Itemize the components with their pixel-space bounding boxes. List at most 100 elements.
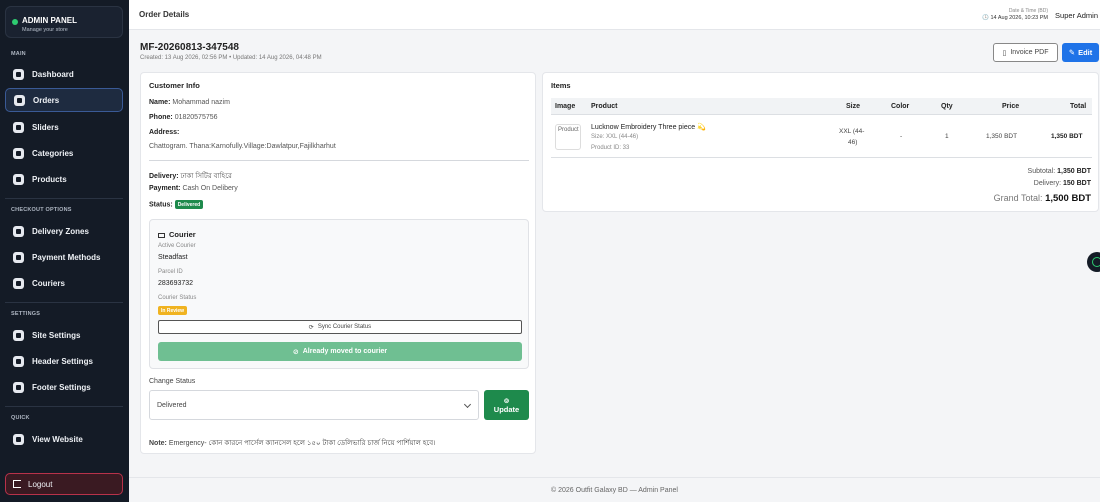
invoice-pdf-button[interactable]: ▯ Invoice PDF xyxy=(993,43,1058,62)
page-title: Order Details xyxy=(139,10,190,19)
active-courier-value: Steadfast xyxy=(158,254,188,261)
sidebar-item-label: Products xyxy=(32,174,67,184)
col-product: Product xyxy=(591,103,618,110)
document-icon: ▯ xyxy=(1002,49,1007,57)
sliders-icon xyxy=(13,121,24,133)
sidebar-item-view-website[interactable]: View Website xyxy=(5,427,123,451)
parcel-id-label: Parcel ID xyxy=(158,269,183,275)
edit-button[interactable]: ✎ Edit xyxy=(1062,43,1099,62)
sidebar-item-categories[interactable]: Categories xyxy=(5,141,123,165)
tag-icon xyxy=(13,147,24,159)
product-name[interactable]: Lucknow Embroidery Three piece 💫 xyxy=(591,123,706,131)
product-size: Size: XXL (44-46) xyxy=(591,134,639,140)
check-circle-icon: ⊘ xyxy=(292,348,299,356)
subtotal: Subtotal: 1,350 BDT xyxy=(1028,168,1091,175)
already-moved-button[interactable]: ⊘ Already moved to courier xyxy=(158,342,522,361)
note: Note: Emergency- কোন কারনে পার্সেল ক্যান… xyxy=(149,437,436,449)
sidebar: ADMIN PANEL Manage your store MAIN Dashb… xyxy=(0,0,129,502)
moved-label: Already moved to courier xyxy=(302,348,388,355)
items-card: Items Image Product Size Color Qty Price… xyxy=(542,72,1099,212)
sidebar-item-couriers[interactable]: Couriers xyxy=(5,271,123,295)
user-menu[interactable]: Super Admin xyxy=(1055,11,1098,20)
logout-icon xyxy=(13,480,21,488)
sidebar-item-label: Sliders xyxy=(32,122,59,132)
sidebar-item-delivery-zones[interactable]: Delivery Zones xyxy=(5,219,123,243)
logout-label: Logout xyxy=(28,479,53,489)
sidebar-item-orders[interactable]: Orders xyxy=(5,88,123,112)
logout-button[interactable]: Logout xyxy=(5,473,123,495)
sidebar-item-label: Payment Methods xyxy=(32,252,101,262)
status-label: Status: xyxy=(149,201,173,209)
pencil-icon: ✎ xyxy=(1068,48,1076,57)
order-id: MF-20260813-347548 xyxy=(140,42,239,53)
courier-icon xyxy=(13,277,24,289)
sidebar-item-label: Footer Settings xyxy=(32,382,91,392)
sidebar-item-payment-methods[interactable]: Payment Methods xyxy=(5,245,123,269)
name-label: Name: xyxy=(149,99,171,106)
brand-title: ADMIN PANEL xyxy=(22,16,77,25)
order-meta: Created: 13 Aug 2026, 02:56 PM • Updated… xyxy=(140,55,322,61)
layout-icon xyxy=(13,355,24,367)
color-value: - xyxy=(900,133,903,140)
delivery-label: Delivery: xyxy=(149,173,179,180)
sidebar-item-site-settings[interactable]: Site Settings xyxy=(5,323,123,347)
grand-total: Grand Total: 1,500 BDT xyxy=(994,193,1091,204)
payment-label: Payment: xyxy=(149,185,181,192)
sync-courier-status-button[interactable]: ⟳ Sync Courier Status xyxy=(158,320,522,334)
subtotal-value: 1,350 BDT xyxy=(1057,168,1091,175)
gear-icon xyxy=(13,329,24,341)
sidebar-item-label: View Website xyxy=(32,434,83,444)
divider xyxy=(5,198,123,199)
brand[interactable]: ADMIN PANEL Manage your store xyxy=(5,6,123,38)
qty-value: 1 xyxy=(945,133,949,140)
courier-title-text: Courier xyxy=(169,230,196,239)
section-label-checkout: CHECKOUT OPTIONS xyxy=(11,207,72,213)
datetime-value: 🕓 14 Aug 2026, 10:23 PM xyxy=(982,15,1048,21)
divider xyxy=(5,406,123,407)
sidebar-item-dashboard[interactable]: Dashboard xyxy=(5,62,123,86)
table-header: Image Product Size Color Qty Price Total xyxy=(551,98,1092,115)
status-dot-icon xyxy=(12,19,18,25)
invoice-pdf-label: Invoice PDF xyxy=(1010,49,1049,56)
col-image: Image xyxy=(555,103,576,110)
phone-label: Phone: xyxy=(149,114,173,121)
payment-value: Cash On Delibery xyxy=(182,185,238,192)
name-value: Mohammad nazim xyxy=(172,99,230,106)
size-value-line2: 46) xyxy=(848,139,858,146)
sidebar-item-label: Categories xyxy=(32,148,74,158)
phone-value: 01820575756 xyxy=(174,114,218,121)
sync-label: Sync Courier Status xyxy=(317,324,372,330)
grand-total-value: 1,500 BDT xyxy=(1045,193,1091,204)
section-label-main: MAIN xyxy=(11,51,26,57)
col-size: Size xyxy=(846,103,861,110)
card-icon xyxy=(13,251,24,263)
sidebar-item-products[interactable]: Products xyxy=(5,167,123,191)
divider xyxy=(5,302,123,303)
price-value: 1,350 BDT xyxy=(986,133,1018,140)
update-button[interactable]: ⊚ Update xyxy=(484,390,529,420)
card-title: Items xyxy=(551,81,571,90)
customer-address: Chattogram. Thana:Karnofully.Village:Daw… xyxy=(149,143,336,150)
delivery-charge-label: Delivery: xyxy=(1033,180,1062,187)
sidebar-item-footer-settings[interactable]: Footer Settings xyxy=(5,375,123,399)
sidebar-item-sliders[interactable]: Sliders xyxy=(5,115,123,139)
sidebar-item-label: Couriers xyxy=(32,278,65,288)
delivery-charge: Delivery: 150 BDT xyxy=(1034,180,1091,187)
parcel-id-value: 283693732 xyxy=(158,280,194,287)
sidebar-item-label: Site Settings xyxy=(32,330,81,340)
customer-info-card: Customer Info Name: Mohammad nazim Phone… xyxy=(140,72,536,454)
customer-name: Name: Mohammad nazim xyxy=(149,99,230,106)
change-status-label: Change Status xyxy=(149,378,196,385)
brand-subtitle: Manage your store xyxy=(22,27,68,33)
refresh-icon: ⟳ xyxy=(308,324,314,331)
row-divider xyxy=(551,157,1092,158)
floating-chat-button[interactable] xyxy=(1087,252,1100,272)
courier-status: In Review xyxy=(158,306,188,315)
card-title: Customer Info xyxy=(149,81,200,90)
section-label-settings: SETTINGS xyxy=(11,311,41,317)
truck-icon xyxy=(158,232,165,238)
status-select[interactable]: Delivered xyxy=(149,390,479,420)
dashboard-icon xyxy=(13,68,24,80)
sidebar-item-header-settings[interactable]: Header Settings xyxy=(5,349,123,373)
box-icon xyxy=(13,173,24,185)
